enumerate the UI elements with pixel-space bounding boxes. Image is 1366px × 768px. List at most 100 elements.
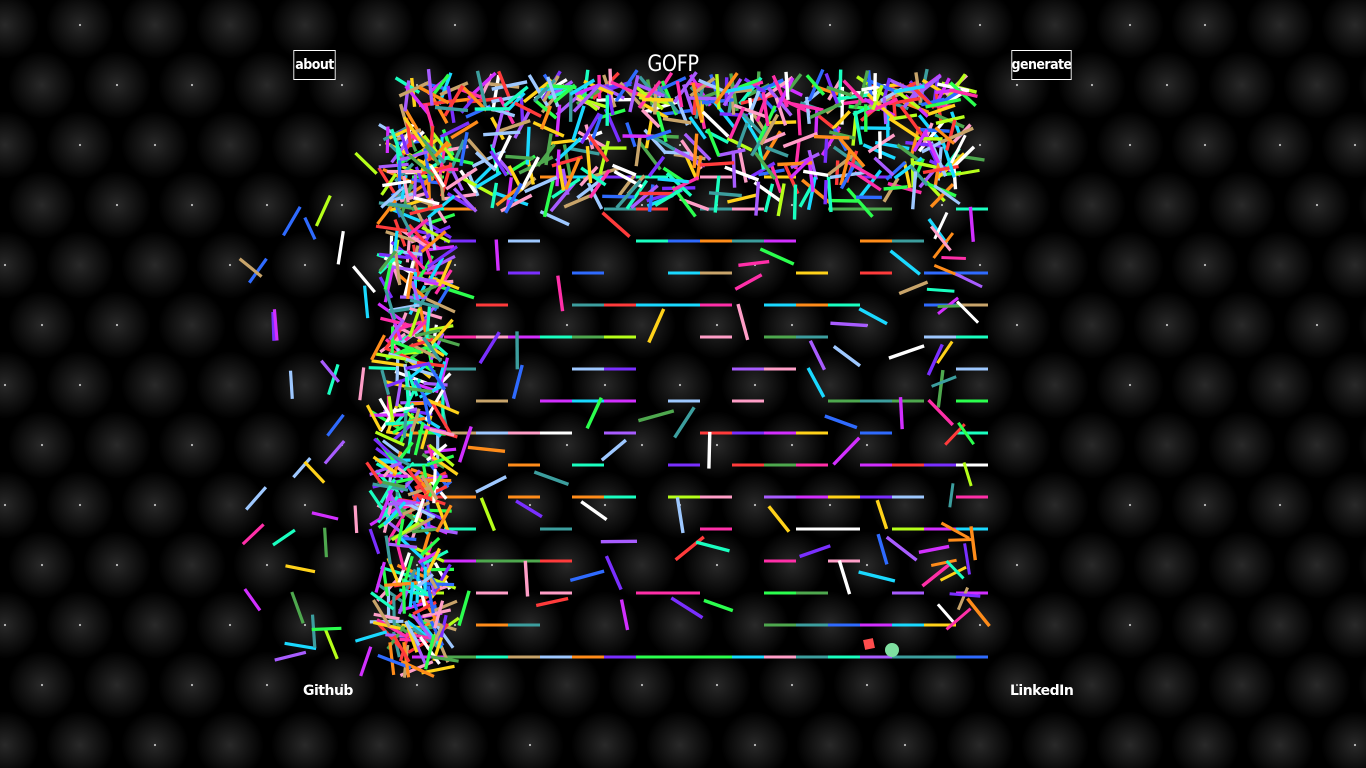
maze-wall [423, 103, 435, 129]
maze-wall [823, 137, 829, 163]
maze-wall [699, 161, 735, 167]
maze-wall [392, 596, 396, 630]
maze-wall [832, 436, 861, 466]
maze-wall [303, 216, 317, 240]
maze-wall [936, 603, 956, 624]
maze-wall [805, 74, 826, 96]
maze-wall [533, 470, 570, 486]
maze-wall [491, 74, 501, 112]
maze-wall [782, 131, 819, 149]
maze-wall [736, 303, 750, 341]
maze-wall [284, 641, 317, 651]
maze-wall [889, 249, 921, 276]
maze-wall [796, 108, 802, 136]
maze-wall [282, 205, 302, 237]
maze-wall [802, 169, 829, 178]
maze-wall [826, 176, 833, 213]
maze-wall [475, 475, 507, 494]
maze-wall [423, 381, 448, 387]
maze-wall [600, 438, 627, 462]
maze-wall [956, 586, 969, 611]
maze-wall [708, 191, 742, 198]
maze-wall [954, 272, 983, 289]
maze-wall [427, 324, 454, 332]
green-circle-icon [885, 643, 899, 657]
github-link[interactable]: Github [303, 683, 353, 699]
maze-wall [358, 367, 366, 401]
maze-wall [483, 130, 521, 137]
maze-wall [955, 168, 980, 176]
maze-wall [363, 285, 370, 319]
maze-wall [936, 369, 945, 408]
maze-wall [875, 499, 889, 530]
maze-wall [784, 71, 790, 101]
maze-wall [883, 185, 908, 191]
maze-wall [371, 359, 408, 368]
maze-wall [402, 412, 408, 439]
maze-wall [940, 521, 970, 540]
maze-wall [675, 497, 685, 534]
maze-wall [963, 543, 971, 575]
maze-wall [808, 339, 827, 371]
maze-wall [966, 597, 991, 628]
maze-wall [413, 421, 425, 456]
maze-wall [837, 560, 852, 595]
maze-wall [568, 146, 600, 156]
maze-wall [288, 370, 294, 400]
maze-wall [703, 598, 734, 613]
maze-wall [686, 96, 718, 101]
red-square-icon[interactable] [863, 638, 875, 650]
maze-wall [479, 497, 496, 532]
maze-wall [657, 177, 689, 184]
maze-wall [354, 151, 378, 175]
maze-wall [550, 138, 578, 145]
maze-wall [303, 460, 326, 484]
maze-wall [832, 345, 862, 368]
maze-wall [637, 409, 675, 423]
maze-wall [385, 126, 390, 154]
maze-wall [535, 596, 569, 608]
maze-wall [792, 184, 798, 220]
maze-wall [662, 116, 692, 125]
maze-wall [858, 570, 896, 583]
maze-wall [569, 569, 605, 583]
maze-wall [898, 397, 904, 430]
maze-wall [885, 535, 918, 562]
maze-wall [918, 544, 950, 554]
maze-wall [969, 526, 977, 561]
maze-wall [244, 486, 268, 511]
maze-wall [292, 457, 312, 479]
maze-wall [898, 280, 929, 296]
maze-canvas[interactable] [0, 0, 1366, 768]
maze-wall [858, 307, 888, 326]
maze-wall [494, 239, 500, 271]
maze-wall [619, 599, 630, 631]
maze-wall [511, 364, 524, 400]
maze-wall [674, 535, 705, 562]
maze-wall [918, 127, 950, 133]
linkedin-link[interactable]: LinkedIn [1010, 683, 1074, 699]
maze-wall [948, 538, 973, 542]
maze-wall [515, 499, 543, 519]
maze-wall [505, 154, 534, 161]
maze-wall [763, 183, 775, 213]
maze-wall [707, 431, 712, 469]
maze-wall [310, 614, 317, 648]
maze-wall [937, 304, 963, 308]
maze-wall [737, 147, 748, 183]
maze-wall [930, 558, 957, 567]
maze-wall [734, 273, 763, 291]
maze-wall [354, 630, 388, 643]
maze-wall [799, 544, 831, 559]
maze-wall [642, 97, 674, 102]
maze-wall [404, 376, 411, 408]
maze-wall [243, 588, 262, 612]
maze-wall [824, 414, 858, 430]
maze-wall [601, 211, 631, 238]
maze-wall [368, 366, 396, 371]
maze-wall [634, 135, 642, 167]
maze-wall [285, 564, 316, 574]
maze-wall [467, 445, 506, 453]
maze-wall [767, 505, 791, 533]
maze-wall [738, 259, 770, 267]
